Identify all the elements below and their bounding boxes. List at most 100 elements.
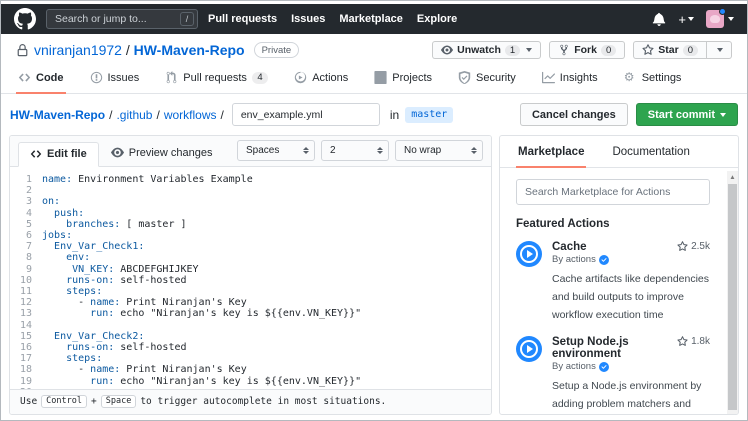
top-nav-pull-requests[interactable]: Pull requests bbox=[208, 13, 277, 25]
code-line: 9 VN_KEY: ABCDEFGHIJKEY bbox=[10, 264, 491, 275]
action-title[interactable]: Cache bbox=[552, 241, 587, 253]
main-content: Edit file Preview changes Spaces 2 No wr… bbox=[1, 133, 747, 420]
repo-owner-link[interactable]: vniranjan1972 bbox=[34, 42, 122, 58]
code-line: 14 bbox=[10, 320, 491, 331]
code-line: 6 jobs: bbox=[10, 230, 491, 241]
action-details: Setup Node.js environment 1.8k By actions S… bbox=[552, 336, 710, 414]
code-line: 19 run: echo "Niranjan's key is ${{env.V… bbox=[10, 376, 491, 387]
repo-tab-pull-requests[interactable]: Pull requests 4 bbox=[163, 64, 270, 94]
action-title[interactable]: Setup Node.js environment bbox=[552, 336, 677, 360]
top-nav-explore[interactable]: Explore bbox=[417, 13, 457, 25]
actions-logo-icon bbox=[516, 336, 542, 362]
editor-footer: Use Control + Space to trigger autocompl… bbox=[10, 389, 491, 414]
line-content: on: bbox=[42, 196, 61, 208]
indent-size-select[interactable]: 2 bbox=[321, 140, 389, 161]
top-nav: Pull requests Issues Marketplace Explore bbox=[208, 13, 457, 25]
repo-tab-issues[interactable]: Issues bbox=[88, 64, 142, 94]
repo-tab-settings[interactable]: ⚙ Settings bbox=[622, 64, 684, 94]
repo-header: vniranjan1972 / HW-Maven-Repo Private Un… bbox=[1, 34, 747, 64]
top-nav-issues[interactable]: Issues bbox=[291, 13, 325, 25]
repo-social-actions: Unwatch 1 Fork 0 Star 0 bbox=[432, 41, 732, 59]
create-new-button[interactable]: + bbox=[678, 12, 694, 27]
line-content: run: echo "Niranjan's key is ${{env.VN_K… bbox=[90, 308, 362, 320]
code-editor[interactable]: 1 name: Environment Variables Example 2 3 on… bbox=[10, 167, 491, 389]
action-description: Setup a Node.js environment by adding pr… bbox=[552, 380, 702, 410]
indent-mode-select[interactable]: Spaces bbox=[237, 140, 315, 161]
line-content: push: bbox=[54, 207, 85, 219]
repo-tab-label: Actions bbox=[312, 71, 349, 84]
action-details: Cache 2.5k By actions Cache artifacts like … bbox=[552, 241, 710, 323]
filename-input[interactable] bbox=[231, 103, 380, 126]
breadcrumb-dir-workflows[interactable]: workflows bbox=[164, 108, 217, 122]
repo-tab-projects[interactable]: Projects bbox=[372, 64, 434, 94]
tab-preview-changes[interactable]: Preview changes bbox=[99, 141, 225, 166]
repo-tab-label: Settings bbox=[641, 71, 682, 84]
user-menu[interactable] bbox=[706, 8, 734, 28]
breadcrumb-dir-github[interactable]: .github bbox=[116, 108, 152, 122]
control-key: Control bbox=[41, 395, 87, 408]
star-button[interactable]: Star 0 bbox=[633, 41, 707, 59]
bell-icon[interactable] bbox=[652, 12, 666, 26]
featured-action-cache[interactable]: Cache 2.5k By actions Cache artifacts like … bbox=[516, 241, 710, 323]
caret-down-icon bbox=[728, 17, 734, 21]
line-content: VN_KEY: ABCDEFGHIJKEY bbox=[72, 263, 199, 275]
tab-edit-file[interactable]: Edit file bbox=[18, 142, 99, 167]
notification-dot bbox=[719, 8, 726, 15]
marketplace-search-input[interactable] bbox=[516, 179, 710, 205]
line-number: 10 bbox=[19, 274, 32, 286]
repo-tab-security[interactable]: Security bbox=[456, 64, 518, 94]
code-line: 5 branches: [ master ] bbox=[10, 219, 491, 230]
line-number: 7 bbox=[25, 241, 32, 253]
breadcrumb-repo-link[interactable]: HW-Maven-Repo bbox=[10, 108, 105, 122]
tab-documentation[interactable]: Documentation bbox=[610, 136, 691, 168]
header-search-input[interactable] bbox=[46, 9, 198, 29]
caret-down-icon bbox=[720, 112, 726, 117]
line-content: Env_Var_Check1: bbox=[54, 241, 145, 253]
repo-tab-code[interactable]: Code bbox=[16, 64, 66, 94]
scroll-up-icon[interactable]: ▲ bbox=[727, 171, 738, 181]
repo-tab-actions[interactable]: Actions bbox=[292, 64, 350, 94]
actions-logo-icon bbox=[516, 241, 542, 267]
code-line: 2 bbox=[10, 185, 491, 196]
repo-tab-insights[interactable]: Insights bbox=[540, 64, 600, 94]
code-line: 17 steps: bbox=[10, 353, 491, 364]
breadcrumb-separator: / bbox=[220, 107, 224, 122]
cancel-changes-button[interactable]: Cancel changes bbox=[519, 103, 628, 126]
featured-actions-list: Cache 2.5k By actions Cache artifacts like … bbox=[516, 241, 710, 414]
action-author: By actions bbox=[552, 254, 710, 265]
line-content: - name: Print Niranjan's Key bbox=[42, 297, 247, 309]
line-number: 16 bbox=[19, 342, 32, 354]
line-content: runs-on: self-hosted bbox=[66, 342, 187, 354]
verified-icon bbox=[598, 254, 609, 265]
featured-action-setup-node-js-environment[interactable]: Setup Node.js environment 1.8k By actions S… bbox=[516, 336, 710, 414]
star-dropdown-button[interactable] bbox=[707, 41, 732, 59]
wrap-mode-select[interactable]: No wrap bbox=[395, 140, 483, 161]
repo-tab-label: Security bbox=[476, 71, 516, 84]
line-number: 1 bbox=[25, 174, 32, 185]
sidebar-body: Featured Actions Cache2.5kBy actionsCach… bbox=[500, 168, 738, 414]
repo-tab-label: Pull requests bbox=[183, 71, 247, 84]
sidebar-scrollbar[interactable]: ▲ bbox=[727, 171, 738, 414]
scrollbar-thumb[interactable] bbox=[728, 184, 737, 410]
line-content: run: echo "Niranjan's key is ${{env.VN_K… bbox=[90, 375, 362, 387]
start-commit-button[interactable]: Start commit bbox=[635, 103, 738, 126]
line-number: 15 bbox=[19, 330, 32, 342]
tab-marketplace[interactable]: Marketplace bbox=[516, 136, 587, 168]
fork-button[interactable]: Fork 0 bbox=[549, 41, 626, 59]
line-content: steps: bbox=[66, 286, 103, 298]
repo-name-link[interactable]: HW-Maven-Repo bbox=[134, 42, 245, 58]
marketplace-sidebar: Marketplace Documentation Featured Actio… bbox=[499, 135, 739, 415]
visibility-badge: Private bbox=[253, 42, 300, 58]
fork-count: 0 bbox=[600, 44, 617, 56]
line-number: 9 bbox=[25, 263, 32, 275]
star-icon bbox=[677, 336, 688, 347]
line-number: 6 bbox=[25, 230, 32, 242]
top-nav-marketplace[interactable]: Marketplace bbox=[339, 13, 403, 25]
eye-icon bbox=[110, 147, 124, 158]
unwatch-button[interactable]: Unwatch 1 bbox=[432, 41, 542, 59]
sidebar-tabs: Marketplace Documentation bbox=[500, 136, 738, 168]
github-logo-icon[interactable] bbox=[14, 8, 36, 30]
repo-forked-icon bbox=[560, 44, 568, 56]
code-icon bbox=[18, 71, 31, 84]
branch-badge: master bbox=[405, 106, 454, 123]
